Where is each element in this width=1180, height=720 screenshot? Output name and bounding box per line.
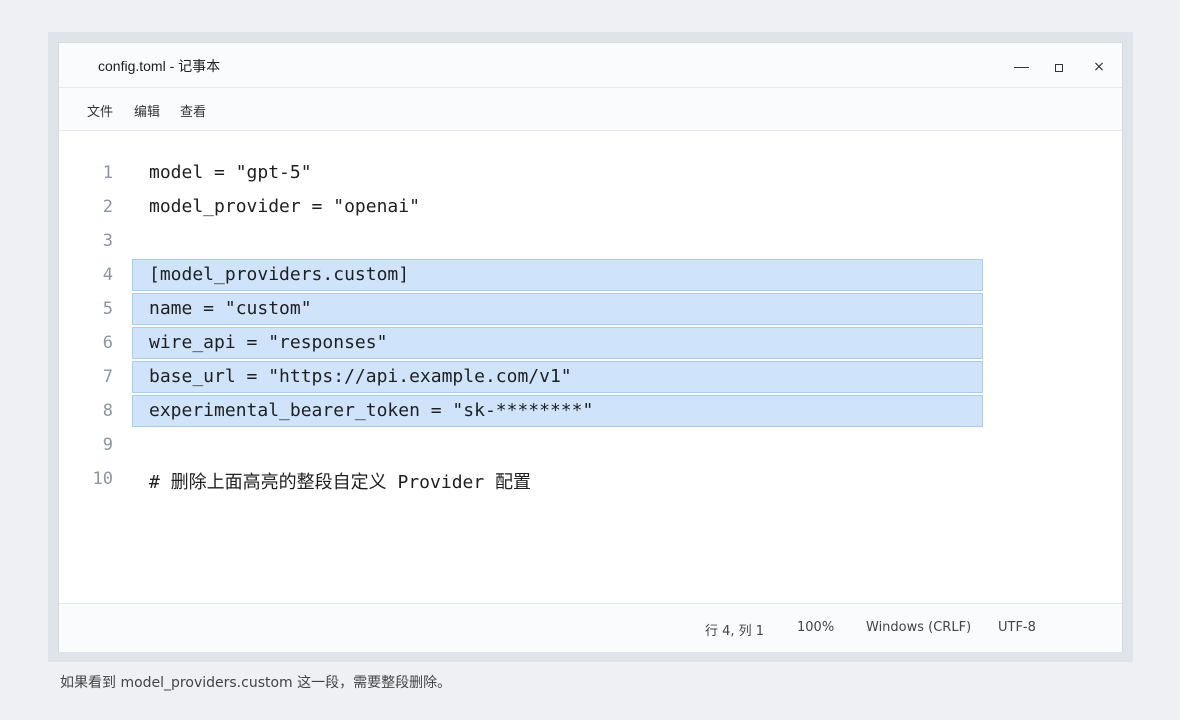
line-text[interactable]: experimental_bearer_token = "sk-********…	[149, 400, 593, 421]
editor-line[interactable]: 3	[59, 225, 1122, 257]
minimize-button[interactable]	[1006, 54, 1036, 78]
encoding: UTF-8	[998, 620, 1036, 635]
line-text[interactable]: [model_providers.custom]	[149, 264, 409, 285]
line-number: 5	[102, 299, 113, 319]
line-number: 4	[102, 265, 113, 285]
cursor-position: 行 4, 列 1	[705, 624, 765, 639]
line-number: 2	[102, 197, 113, 217]
text-editor[interactable]: 1 model = "gpt-5" 2 model_provider = "opena…	[59, 131, 1122, 603]
screenshot-frame: config.toml - 记事本 × 文件 编辑 查看 1 model = "g…	[48, 32, 1133, 662]
editor-line[interactable]: 10 # 删除上面高亮的整段自定义 Provider 配置	[59, 463, 1122, 495]
menu-bar: 文件 编辑 查看	[59, 88, 1122, 131]
close-icon: ×	[1093, 59, 1105, 75]
editor-line[interactable]: 4 [model_providers.custom]	[59, 259, 1122, 291]
line-ending: Windows (CRLF)	[866, 620, 972, 635]
close-button[interactable]: ×	[1084, 54, 1114, 78]
line-text[interactable]: # 删除上面高亮的整段自定义 Provider 配置	[149, 468, 531, 494]
caption-text: 如果看到 model_providers.custom 这一段，需要整段删除。	[60, 675, 452, 691]
window-title: config.toml - 记事本	[98, 58, 221, 74]
line-text[interactable]: wire_api = "responses"	[149, 332, 387, 353]
line-number: 10	[92, 469, 113, 489]
status-bar: 行 4, 列 1 100% Windows (CRLF) UTF-8	[59, 603, 1122, 652]
minimize-icon	[1013, 66, 1029, 68]
editor-line[interactable]: 6 wire_api = "responses"	[59, 327, 1122, 359]
menu-view[interactable]: 查看	[180, 101, 206, 120]
menu-file[interactable]: 文件	[87, 101, 113, 120]
line-text[interactable]: base_url = "https://api.example.com/v1"	[149, 366, 572, 387]
maximize-icon	[1055, 64, 1063, 72]
maximize-button[interactable]	[1044, 54, 1074, 78]
line-number: 9	[102, 435, 113, 455]
menu-edit[interactable]: 编辑	[134, 101, 160, 120]
line-number: 7	[102, 367, 113, 387]
editor-line[interactable]: 7 base_url = "https://api.example.com/v1"	[59, 361, 1122, 393]
line-number: 1	[102, 163, 113, 183]
line-text[interactable]: name = "custom"	[149, 298, 312, 319]
editor-line[interactable]: 5 name = "custom"	[59, 293, 1122, 325]
editor-line[interactable]: 9	[59, 429, 1122, 461]
line-number: 3	[102, 231, 113, 251]
editor-line[interactable]: 1 model = "gpt-5"	[59, 157, 1122, 189]
editor-line[interactable]: 8 experimental_bearer_token = "sk-*******…	[59, 395, 1122, 427]
notepad-window: config.toml - 记事本 × 文件 编辑 查看 1 model = "g…	[58, 42, 1123, 652]
line-text[interactable]: model_provider = "openai"	[149, 196, 420, 217]
zoom-level: 100%	[797, 620, 835, 635]
editor-line[interactable]: 2 model_provider = "openai"	[59, 191, 1122, 223]
line-text[interactable]: model = "gpt-5"	[149, 162, 312, 183]
title-bar: config.toml - 记事本 ×	[59, 43, 1122, 88]
line-number: 8	[102, 401, 113, 421]
line-number: 6	[102, 333, 113, 353]
